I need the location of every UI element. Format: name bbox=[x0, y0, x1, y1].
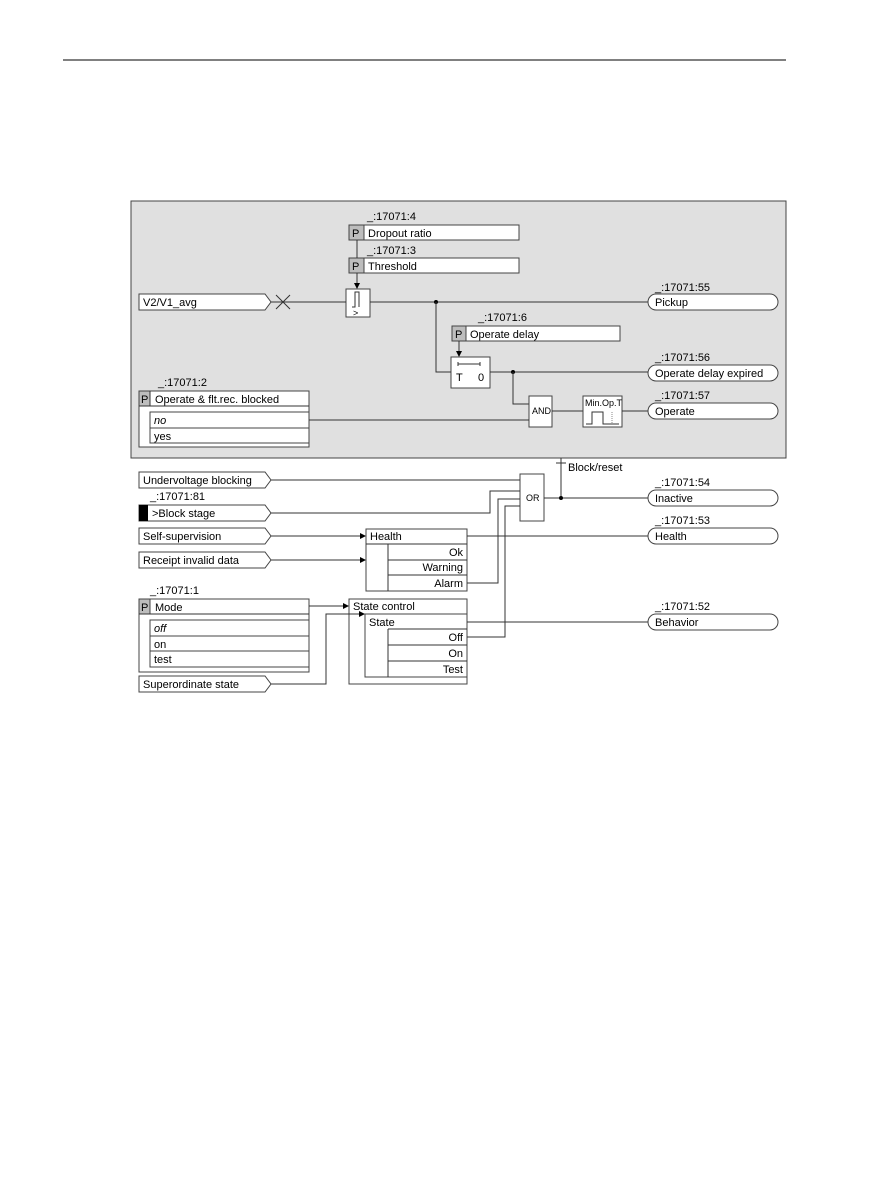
health-block: Health Ok Warning Alarm bbox=[365, 528, 468, 592]
input-superordinate-state: Superordinate state bbox=[138, 675, 272, 693]
svg-text:Pickup: Pickup bbox=[655, 297, 688, 309]
svg-text:P: P bbox=[141, 394, 148, 406]
svg-text:Superordinate state: Superordinate state bbox=[143, 679, 239, 691]
svg-text:V2/V1_avg: V2/V1_avg bbox=[143, 297, 197, 309]
svg-text:Threshold: Threshold bbox=[368, 261, 417, 273]
svg-text:Operate: Operate bbox=[655, 406, 695, 418]
svg-text:Health: Health bbox=[370, 531, 402, 543]
logic-diagram: _:17071:4 P Dropout ratio _:17071:3 P Th… bbox=[63, 59, 787, 693]
svg-text:P: P bbox=[455, 329, 462, 341]
svg-text:_:17071:52: _:17071:52 bbox=[654, 601, 710, 613]
svg-text:_:17071:1: _:17071:1 bbox=[149, 585, 199, 597]
state-control-block: State control State Off On Test bbox=[348, 598, 468, 685]
block-reset-label: Block/reset bbox=[568, 462, 622, 474]
svg-text:Behavior: Behavior bbox=[655, 617, 699, 629]
svg-text:Mode: Mode bbox=[155, 602, 183, 614]
svg-text:_:17071:2: _:17071:2 bbox=[157, 377, 207, 389]
svg-text:Off: Off bbox=[449, 632, 464, 644]
svg-text:Alarm: Alarm bbox=[434, 578, 463, 590]
svg-text:_:17071:6: _:17071:6 bbox=[477, 312, 527, 324]
comparator-block: > bbox=[345, 288, 371, 318]
svg-text:_:17071:4: _:17071:4 bbox=[366, 211, 416, 223]
svg-text:_:17071:54: _:17071:54 bbox=[654, 477, 710, 489]
svg-text:Ok: Ok bbox=[449, 547, 464, 559]
svg-text:_:17071:3: _:17071:3 bbox=[366, 245, 416, 257]
svg-text:T: T bbox=[456, 372, 463, 384]
svg-text:off: off bbox=[154, 623, 167, 635]
svg-text:On: On bbox=[448, 648, 463, 660]
svg-text:>: > bbox=[353, 308, 358, 318]
svg-text:no: no bbox=[154, 415, 166, 427]
svg-text:Operate delay: Operate delay bbox=[470, 329, 540, 341]
svg-text:P: P bbox=[141, 602, 148, 614]
svg-text:>Block stage: >Block stage bbox=[152, 508, 215, 520]
svg-text:Min.Op.T: Min.Op.T bbox=[585, 398, 623, 408]
svg-text:Health: Health bbox=[655, 531, 687, 543]
output-health: _:17071:53 Health bbox=[647, 515, 779, 545]
svg-text:Self-supervision: Self-supervision bbox=[143, 531, 221, 543]
input-v2v1-avg: V2/V1_avg bbox=[138, 293, 272, 311]
svg-text:State control: State control bbox=[353, 601, 415, 613]
param-mode: _:17071:1 P Mode off on test bbox=[138, 585, 310, 673]
svg-text:_:17071:81: _:17071:81 bbox=[149, 491, 205, 503]
svg-text:Inactive: Inactive bbox=[655, 493, 693, 505]
input-undervoltage-blocking: Undervoltage blocking bbox=[138, 471, 272, 489]
svg-text:_:17071:57: _:17071:57 bbox=[654, 390, 710, 402]
svg-text:_:17071:56: _:17071:56 bbox=[654, 352, 710, 364]
svg-text:yes: yes bbox=[154, 431, 172, 443]
input-self-supervision: Self-supervision bbox=[138, 527, 272, 545]
svg-text:test: test bbox=[154, 654, 172, 666]
svg-text:Dropout ratio: Dropout ratio bbox=[368, 228, 432, 240]
svg-text:Receipt invalid data: Receipt invalid data bbox=[143, 555, 240, 567]
svg-text:Operate & flt.rec. blocked: Operate & flt.rec. blocked bbox=[155, 394, 279, 406]
input-block-stage: _:17071:81 >Block stage bbox=[138, 491, 272, 522]
and-gate: AND bbox=[528, 395, 553, 428]
svg-text:_:17071:53: _:17071:53 bbox=[654, 515, 710, 527]
svg-text:P: P bbox=[352, 228, 359, 240]
svg-text:OR: OR bbox=[526, 493, 540, 503]
timer-block: T 0 bbox=[450, 356, 491, 389]
or-gate: OR bbox=[519, 473, 545, 522]
input-receipt-invalid-data: Receipt invalid data bbox=[138, 551, 272, 569]
svg-text:Warning: Warning bbox=[422, 562, 463, 574]
svg-text:on: on bbox=[154, 639, 166, 651]
svg-text:_:17071:55: _:17071:55 bbox=[654, 282, 710, 294]
svg-text:P: P bbox=[352, 261, 359, 273]
svg-text:Test: Test bbox=[443, 664, 463, 676]
min-operate-time-block: Min.Op.T bbox=[582, 395, 623, 428]
output-behavior: _:17071:52 Behavior bbox=[647, 601, 779, 631]
svg-text:Undervoltage blocking: Undervoltage blocking bbox=[143, 475, 252, 487]
svg-text:AND: AND bbox=[532, 406, 552, 416]
svg-text:Operate delay expired: Operate delay expired bbox=[655, 368, 763, 380]
svg-text:State: State bbox=[369, 617, 395, 629]
output-inactive: _:17071:54 Inactive bbox=[647, 477, 779, 507]
svg-text:0: 0 bbox=[478, 372, 484, 384]
